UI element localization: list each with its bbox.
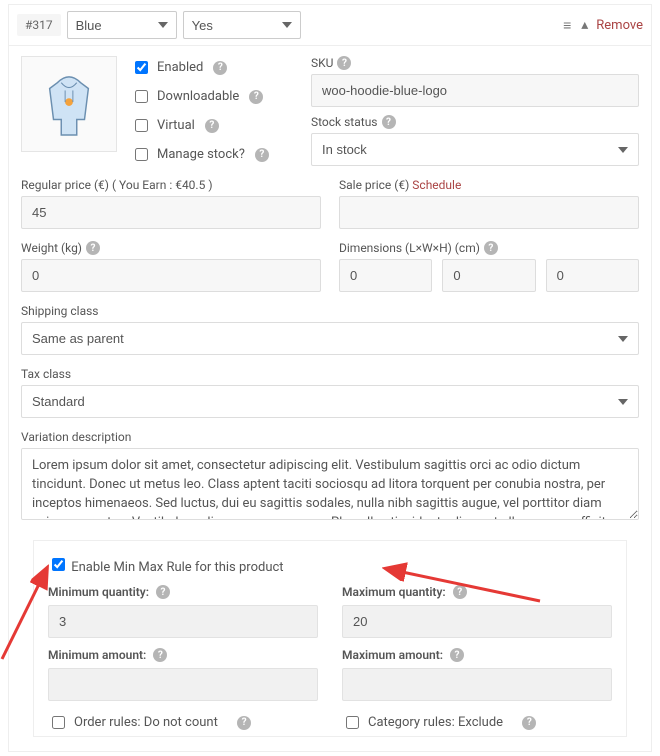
downloadable-checkbox[interactable]: Downloadable ? <box>131 87 311 106</box>
help-icon[interactable]: ? <box>255 148 269 162</box>
attribute-1-select[interactable]: Blue <box>67 11 177 39</box>
help-icon[interactable]: ? <box>522 716 536 730</box>
description-textarea[interactable]: Lorem ipsum dolor sit amet, consectetur … <box>21 448 639 520</box>
help-icon[interactable]: ? <box>450 648 464 662</box>
help-icon[interactable]: ? <box>213 61 227 75</box>
shipping-class-select[interactable]: Same as parent <box>21 322 639 355</box>
order-rules-checkbox[interactable]: Order rules: Do not count ? <box>48 713 251 732</box>
help-icon[interactable]: ? <box>156 585 170 599</box>
enabled-checkbox[interactable]: Enabled ? <box>131 58 311 77</box>
help-icon[interactable]: ? <box>249 90 263 104</box>
variation-image[interactable] <box>21 56 117 152</box>
attribute-2-select[interactable]: Yes <box>183 11 301 39</box>
max-qty-label: Maximum quantity: ? <box>342 585 612 599</box>
min-qty-label: Minimum quantity: ? <box>48 585 318 599</box>
sale-price-label: Sale price (€) Schedule <box>339 178 639 192</box>
help-icon[interactable]: ? <box>237 716 251 730</box>
help-icon[interactable]: ? <box>86 241 100 255</box>
variation-header: #317 Blue Yes ≡ ▴ Remove <box>9 5 651 46</box>
help-icon[interactable]: ? <box>382 115 396 129</box>
hoodie-icon <box>38 69 100 139</box>
stock-status-label: Stock status? <box>311 115 639 129</box>
dim-length-input[interactable] <box>339 259 432 292</box>
remove-link[interactable]: Remove <box>596 18 643 33</box>
variation-id-badge: #317 <box>17 14 61 36</box>
max-qty-input[interactable] <box>342 605 612 638</box>
virtual-checkbox[interactable]: Virtual ? <box>131 116 311 135</box>
sku-input[interactable] <box>311 74 639 107</box>
help-icon[interactable]: ? <box>205 119 219 133</box>
weight-label: Weight (kg)? <box>21 241 321 255</box>
help-icon[interactable]: ? <box>484 241 498 255</box>
menu-icon[interactable]: ≡ <box>563 17 573 34</box>
stock-status-select[interactable]: In stock <box>311 133 639 166</box>
minmax-panel: Enable Min Max Rule for this product Min… <box>33 540 627 737</box>
shipping-class-label: Shipping class <box>21 304 639 318</box>
schedule-link[interactable]: Schedule <box>412 178 461 192</box>
min-amt-label: Minimum amount: ? <box>48 648 318 662</box>
regular-price-input[interactable] <box>21 196 321 229</box>
help-icon[interactable]: ? <box>153 648 167 662</box>
manage-stock-checkbox[interactable]: Manage stock? ? <box>131 145 311 164</box>
help-icon[interactable]: ? <box>337 56 351 70</box>
sale-price-input[interactable] <box>339 196 639 229</box>
max-amt-input[interactable] <box>342 668 612 701</box>
tax-class-select[interactable]: Standard <box>21 385 639 418</box>
dim-height-input[interactable] <box>546 259 639 292</box>
sku-label: SKU? <box>311 56 639 70</box>
enable-minmax-checkbox[interactable]: Enable Min Max Rule for this product <box>48 560 284 575</box>
dimensions-label: Dimensions (L×W×H) (cm)? <box>339 241 639 255</box>
max-amt-label: Maximum amount: ? <box>342 648 612 662</box>
weight-input[interactable] <box>21 259 321 292</box>
description-label: Variation description <box>21 430 639 444</box>
tax-class-label: Tax class <box>21 367 639 381</box>
dim-width-input[interactable] <box>442 259 535 292</box>
min-amt-input[interactable] <box>48 668 318 701</box>
min-qty-input[interactable] <box>48 605 318 638</box>
help-icon[interactable]: ? <box>453 585 467 599</box>
category-rules-checkbox[interactable]: Category rules: Exclude ? <box>342 713 536 732</box>
regular-price-label: Regular price (€) ( You Earn : €40.5 ) <box>21 178 321 192</box>
collapse-icon[interactable]: ▴ <box>581 17 588 33</box>
